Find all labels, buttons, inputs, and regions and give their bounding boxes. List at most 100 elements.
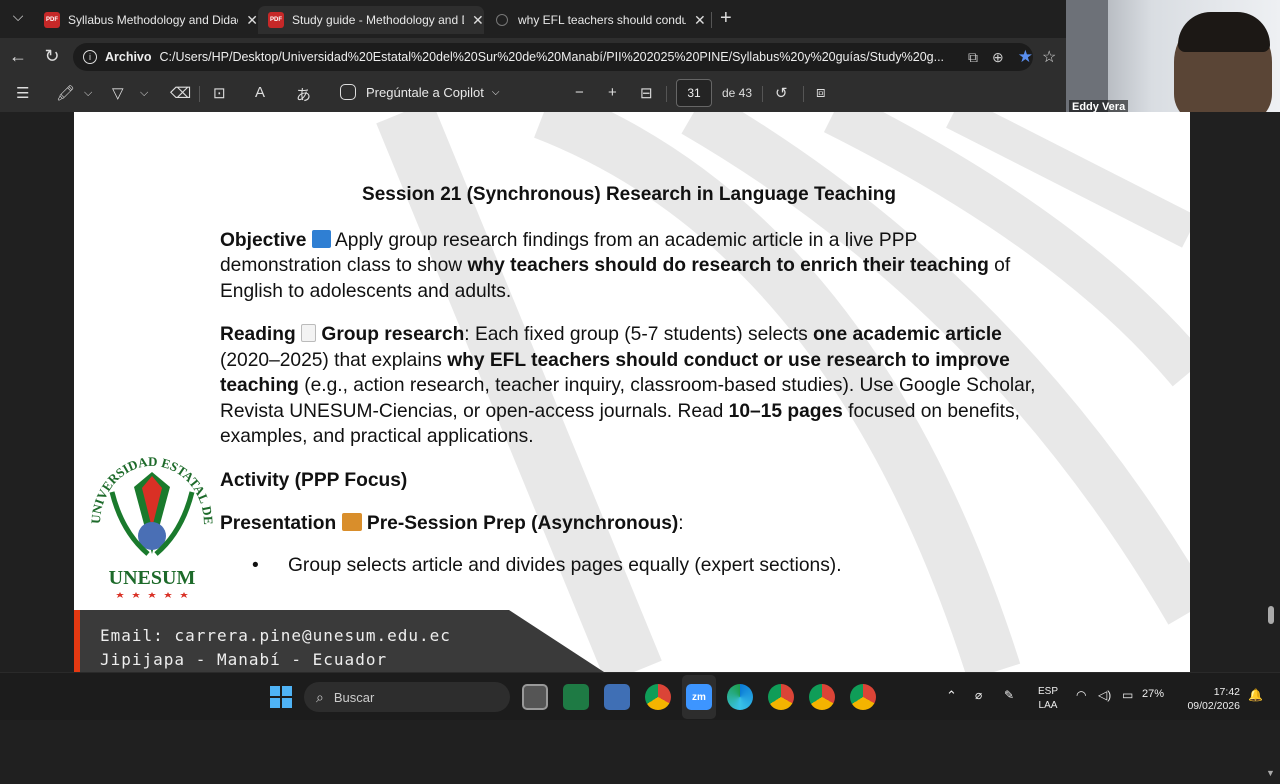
- language-indicator[interactable]: ESP LAA: [1038, 685, 1058, 713]
- pdf-page: Session 21 (Synchronous) Research in Lan…: [74, 112, 1190, 672]
- teacher-icon: [341, 513, 362, 531]
- tab-actions-chevron-icon[interactable]: ⌵: [2, 8, 34, 25]
- presentation-label: Presentation: [220, 513, 337, 534]
- scrollbar-thumb[interactable]: [1268, 606, 1274, 624]
- presentation-text: :: [678, 513, 684, 534]
- tab-web-search[interactable]: why EFL teachers should conduct o ✕: [486, 6, 710, 34]
- tab-study-guide[interactable]: PDF Study guide - Methodology and D ✕: [258, 6, 484, 34]
- session-title: Session 21 (Synchronous) Research in Lan…: [362, 184, 896, 205]
- footer-accent-bar: [74, 610, 80, 672]
- pdf-icon: PDF: [268, 12, 284, 28]
- copilot-button[interactable]: Pregúntale a Copilot ⌵: [340, 84, 499, 100]
- wifi-icon[interactable]: ◠: [1076, 688, 1086, 702]
- close-icon[interactable]: ✕: [246, 12, 258, 29]
- clock-date: 09/02/2026: [1187, 700, 1240, 712]
- url-scheme: Archivo: [104, 50, 152, 64]
- network-off-icon[interactable]: ⌀: [975, 688, 982, 702]
- new-tab-plus-icon[interactable]: +: [720, 7, 732, 30]
- zoom-in-icon[interactable]: +: [608, 84, 617, 101]
- eraser-icon[interactable]: ⌫: [170, 84, 191, 102]
- windows-start-icon[interactable]: [270, 686, 292, 708]
- url-omnibox[interactable]: i Archivo C:/Users/HP/Desktop/Universida…: [73, 43, 1033, 71]
- copilot-label: Pregúntale a Copilot: [366, 84, 484, 100]
- fit-page-icon[interactable]: ⊟: [640, 84, 653, 102]
- scroll-down-icon[interactable]: ▼: [1266, 768, 1275, 778]
- keyboard-layout: LAA: [1038, 700, 1058, 711]
- chrome-icon[interactable]: [645, 684, 671, 710]
- info-icon[interactable]: i: [83, 50, 97, 64]
- url-text[interactable]: C:/Users/HP/Desktop/Universidad%20Estata…: [160, 50, 954, 64]
- close-icon[interactable]: ✕: [694, 12, 706, 29]
- reload-icon[interactable]: ↻: [36, 46, 68, 67]
- back-arrow-icon[interactable]: ←: [2, 46, 34, 67]
- pdf-toolbar: ☰ 🖍 ⌵ ▽ ⌵ ⌫ ⊡ A あ Pregúntale a Copilot ⌵…: [0, 76, 1066, 112]
- chevron-down-icon[interactable]: ⌵: [140, 87, 148, 100]
- reading-label: Reading: [220, 324, 296, 345]
- zoom-out-icon[interactable]: −: [575, 84, 584, 101]
- toolbar-divider: [803, 86, 804, 102]
- tab-bar: ⌵ PDF Syllabus Methodology and Didacti ✕…: [0, 0, 1066, 38]
- webcam-video[interactable]: Eddy Vera: [1066, 0, 1280, 120]
- activity-heading-text: Activity (PPP Focus): [220, 469, 408, 491]
- close-icon[interactable]: ✕: [472, 12, 484, 29]
- chrome-profile-icon[interactable]: [850, 684, 876, 710]
- footer-location: Jipijapa - Manabí - Ecuador: [100, 650, 388, 669]
- windows-taskbar: ⌕ Buscar zm ⌃ ⌀ ✎ ESP LAA ◠ ◁) ▭ 27% 17:…: [0, 672, 1280, 720]
- globe-icon: [496, 14, 508, 26]
- objective-emphasis: why teachers should do research to enric…: [467, 255, 989, 276]
- reading-emphasis: one academic article: [813, 324, 1002, 345]
- presentation-emphasis: Pre-Session Prep (Asynchronous): [366, 513, 679, 534]
- objective-label: Objective: [220, 229, 307, 251]
- excel-icon[interactable]: [563, 684, 589, 710]
- participant-hair: [1178, 12, 1270, 52]
- draw-icon[interactable]: ▽: [112, 84, 124, 102]
- toolbar-divider: [762, 86, 763, 102]
- translate-icon[interactable]: あ: [296, 84, 311, 105]
- pdf-viewer: Session 21 (Synchronous) Research in Lan…: [0, 112, 1280, 784]
- reading-text: : Each fixed group (5-7 students) select…: [464, 324, 814, 345]
- tab-syllabus[interactable]: PDF Syllabus Methodology and Didacti ✕: [34, 6, 258, 34]
- pen-icon[interactable]: ✎: [1004, 688, 1014, 702]
- reading-emphasis: 10–15 pages: [728, 400, 843, 422]
- page-facing-up-icon: [301, 324, 317, 342]
- page-total: de 43: [722, 86, 753, 100]
- text-box-icon[interactable]: ⊡: [213, 84, 226, 102]
- logo-name: UNESUM: [109, 567, 196, 589]
- clock[interactable]: 17:42 09/02/2026: [1180, 685, 1240, 713]
- page-view-icon[interactable]: ⧈: [816, 84, 826, 101]
- battery-percent: 27%: [1142, 688, 1165, 700]
- toolbar-divider: [199, 86, 200, 102]
- presentation-paragraph: Presentation Pre-Session Prep (Asynchron…: [220, 511, 1040, 537]
- contents-list-icon[interactable]: ☰: [16, 84, 29, 102]
- favorite-star-icon[interactable]: ★: [1018, 47, 1033, 67]
- reading-paragraph: Reading Group research: Each fixed group…: [220, 322, 1040, 450]
- read-aloud-icon[interactable]: A: [255, 84, 265, 101]
- calculator-icon[interactable]: [604, 684, 630, 710]
- page-number-input[interactable]: 31: [676, 79, 712, 107]
- search-placeholder: Buscar: [333, 689, 375, 705]
- objective-paragraph: Objective Apply group research findings …: [220, 228, 1040, 305]
- zoom-icon[interactable]: ⊕: [992, 49, 1004, 66]
- reading-text: (2020–2025) that explains: [220, 349, 448, 371]
- favorites-icon[interactable]: ☆: [1042, 47, 1056, 67]
- chrome-profile-icon[interactable]: [768, 684, 794, 710]
- highlight-icon[interactable]: 🖍: [56, 84, 75, 102]
- read-aloud-icon[interactable]: ⧉: [968, 49, 978, 66]
- tab-divider: [711, 12, 712, 28]
- clock-time: 17:42: [1213, 686, 1240, 698]
- taskbar-search[interactable]: ⌕ Buscar: [304, 682, 510, 712]
- chrome-profile-icon[interactable]: [809, 684, 835, 710]
- search-icon: ⌕: [316, 688, 324, 705]
- tab-title: Syllabus Methodology and Didacti: [68, 13, 239, 27]
- battery-icon[interactable]: ▭: [1122, 688, 1133, 702]
- active-app-highlight: [682, 675, 716, 719]
- notifications-bell-icon[interactable]: 🔔: [1248, 688, 1263, 702]
- tab-title: why EFL teachers should conduct o: [518, 13, 686, 27]
- edge-icon[interactable]: [727, 684, 753, 710]
- rotate-icon[interactable]: ↺: [775, 84, 788, 102]
- file-explorer-icon[interactable]: [522, 684, 548, 710]
- volume-icon[interactable]: ◁): [1098, 688, 1111, 702]
- university-logo: UNIVERSIDAD ESTATAL DEL SUR DE MANABÍ UN…: [82, 432, 216, 598]
- show-hidden-icons-chevron-icon[interactable]: ⌃: [946, 688, 957, 704]
- chevron-down-icon[interactable]: ⌵: [84, 87, 92, 100]
